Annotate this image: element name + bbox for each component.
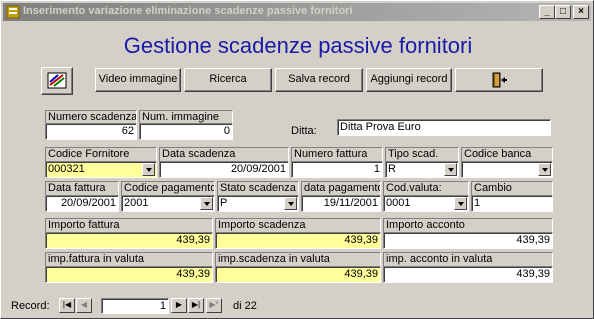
tipo-scad-combo[interactable]: R	[385, 161, 459, 178]
data-scadenza-label: Data scadenza	[159, 147, 289, 162]
record-label: Record:	[11, 300, 50, 312]
new-record-icon: ▶*	[209, 300, 219, 309]
title-bar[interactable]: Inserimento variazione eliminazione scad…	[3, 3, 591, 21]
new-record-button[interactable]: ▶*	[206, 298, 222, 313]
ricerca-button[interactable]: Ricerca	[184, 68, 272, 92]
ditta-label: Ditta:	[291, 125, 317, 137]
chevron-down-icon[interactable]	[444, 163, 457, 176]
importo-fattura-label: Importo fattura	[45, 218, 213, 233]
importo-scadenza-label: Importo scadenza	[215, 218, 381, 233]
page-title: Gestione scadenze passive fornitori	[123, 33, 473, 58]
cod-valuta-combo[interactable]: 0001	[383, 195, 469, 212]
imp-acconto-valuta-field[interactable]: 439,39	[383, 266, 553, 283]
chart-button[interactable]	[41, 67, 73, 95]
data-pagamento-field[interactable]: 19/11/2001	[301, 195, 381, 212]
close-button[interactable]: ×	[573, 5, 589, 19]
codice-banca-label: Codice banca	[461, 147, 553, 162]
next-record-icon: ▶	[175, 300, 183, 309]
exit-door-icon	[490, 72, 508, 91]
chevron-down-icon[interactable]	[142, 163, 155, 176]
first-record-button[interactable]: |◀	[59, 298, 75, 313]
numero-scadenza-field[interactable]: 62	[45, 123, 137, 140]
chevron-down-icon[interactable]	[538, 163, 551, 176]
imp-scadenza-valuta-label: imp.scadenza in valuta	[215, 252, 381, 267]
ditta-field[interactable]: Ditta Prova Euro	[337, 119, 551, 136]
minimize-button[interactable]: _	[539, 5, 555, 19]
importo-acconto-label: Importo acconto	[383, 218, 553, 233]
next-record-button[interactable]: ▶	[171, 298, 187, 313]
codice-pagamento-value: 2001	[124, 197, 149, 209]
num-immagine-field[interactable]: 0	[139, 123, 233, 140]
first-record-icon: |◀	[62, 300, 72, 309]
record-total: di 22	[233, 300, 257, 312]
chevron-down-icon[interactable]	[200, 197, 213, 210]
codice-pagamento-label: Codice pagamento	[121, 181, 215, 196]
prev-record-icon: ◀	[80, 300, 88, 309]
data-scadenza-field[interactable]: 20/09/2001	[159, 161, 289, 178]
video-immagine-button[interactable]: Video immagine	[95, 68, 181, 92]
tipo-scad-label: Tipo scad.	[385, 147, 459, 162]
minimize-icon: _	[544, 6, 550, 17]
chart-icon	[46, 72, 68, 94]
salva-record-button[interactable]: Salva record	[275, 68, 363, 92]
stato-scadenza-value: P	[220, 197, 228, 209]
record-navigator: Record: |◀ ◀ 1 ▶ ▶| ▶* di 22	[3, 295, 591, 317]
codice-fornitore-label: Codice Fornitore	[45, 147, 157, 162]
current-record-field[interactable]: 1	[101, 298, 169, 314]
chevron-down-icon[interactable]	[284, 197, 297, 210]
maximize-icon: □	[559, 6, 567, 17]
data-pagamento-label: data pagamento	[301, 181, 381, 196]
cambio-label: Cambio	[471, 181, 553, 196]
form-icon	[6, 5, 20, 19]
stato-scadenza-label: Stato scadenza	[217, 181, 299, 196]
window-title: Inserimento variazione eliminazione scad…	[23, 5, 353, 17]
codice-fornitore-combo[interactable]: 000321	[45, 161, 157, 178]
prev-record-button[interactable]: ◀	[76, 298, 92, 313]
data-fattura-label: Data fattura	[45, 181, 119, 196]
last-record-icon: ▶|	[191, 300, 201, 309]
tipo-scad-value: R	[388, 163, 396, 175]
data-fattura-field[interactable]: 20/09/2001	[45, 195, 119, 212]
importo-fattura-field[interactable]: 439,39	[45, 232, 213, 249]
stato-scadenza-combo[interactable]: P	[217, 195, 299, 212]
codice-banca-combo[interactable]	[461, 161, 553, 178]
chevron-down-icon[interactable]	[454, 197, 467, 210]
codice-pagamento-combo[interactable]: 2001	[121, 195, 215, 212]
cod-valuta-value: 0001	[386, 197, 411, 209]
numero-fattura-field[interactable]: 1	[291, 161, 383, 178]
maximize-button[interactable]: □	[555, 5, 571, 19]
imp-fattura-valuta-label: imp.fattura in valuta	[45, 252, 213, 267]
importo-acconto-field[interactable]: 439,39	[383, 232, 553, 249]
codice-fornitore-value: 000321	[48, 163, 85, 175]
exit-button[interactable]	[455, 68, 543, 92]
close-icon: ×	[578, 6, 584, 17]
imp-fattura-valuta-field[interactable]: 439,39	[45, 266, 213, 283]
aggiungi-record-button[interactable]: Aggiungi record	[366, 68, 452, 92]
numero-fattura-label: Numero fattura	[291, 147, 383, 162]
last-record-button[interactable]: ▶|	[188, 298, 204, 313]
imp-acconto-valuta-label: imp. acconto in valuta	[383, 252, 553, 267]
cod-valuta-label: Cod.valuta:	[383, 181, 469, 196]
application-window: Inserimento variazione eliminazione scad…	[0, 0, 594, 319]
cambio-field[interactable]: 1	[471, 195, 553, 212]
imp-scadenza-valuta-field[interactable]: 439,39	[215, 266, 381, 283]
importo-scadenza-field[interactable]: 439,39	[215, 232, 381, 249]
